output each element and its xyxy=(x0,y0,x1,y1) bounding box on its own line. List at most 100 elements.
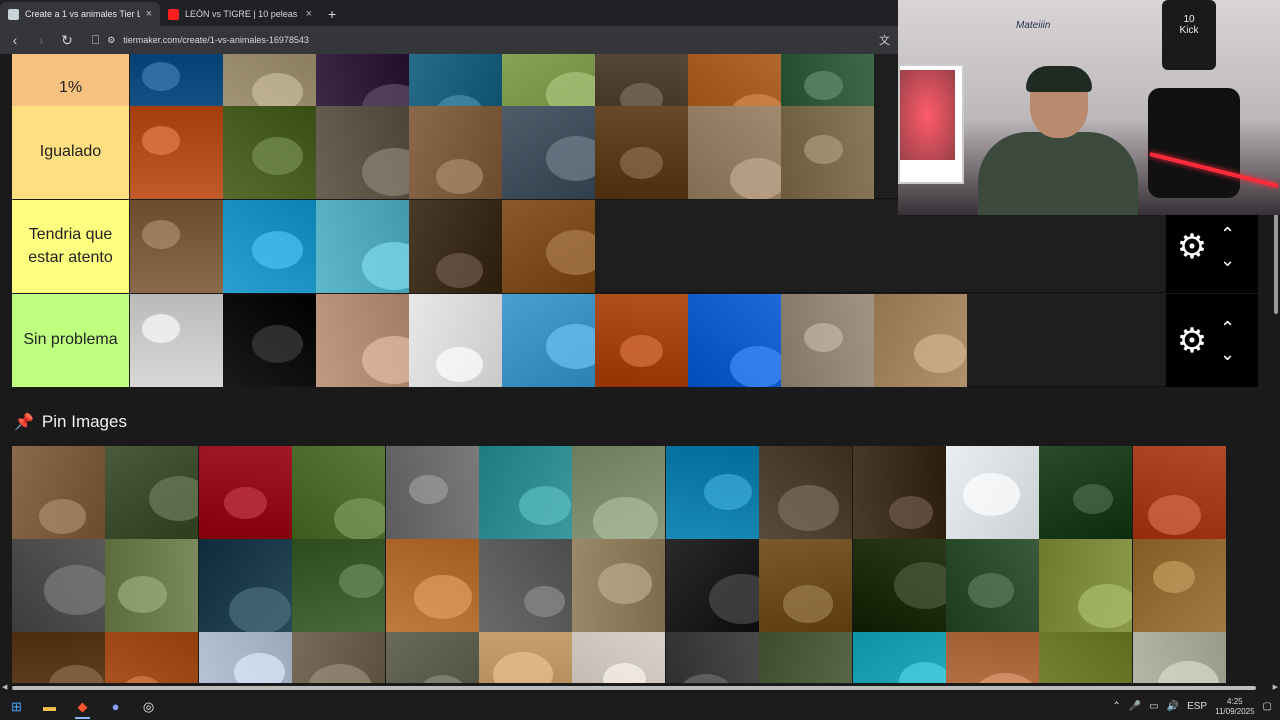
animal-image[interactable] xyxy=(12,446,105,539)
animal-image[interactable] xyxy=(12,539,105,632)
horizontal-scrollbar[interactable]: ◀ ▶ xyxy=(0,683,1280,693)
animal-image[interactable] xyxy=(316,200,409,293)
forward-icon[interactable]: › xyxy=(34,32,48,48)
animal-image[interactable] xyxy=(409,294,502,387)
animal-image[interactable] xyxy=(316,106,409,199)
animal-image[interactable] xyxy=(1039,539,1133,632)
tab-close-icon[interactable]: × xyxy=(306,8,312,20)
tier-label[interactable]: Igualado xyxy=(12,106,129,199)
obs-icon[interactable]: ◎ xyxy=(132,693,165,720)
animal-image[interactable] xyxy=(502,200,595,293)
reload-icon[interactable]: ↻ xyxy=(60,32,74,49)
animal-image[interactable] xyxy=(1039,632,1133,683)
animal-image[interactable] xyxy=(759,446,853,539)
animal-image[interactable] xyxy=(478,632,572,683)
animal-image[interactable] xyxy=(105,632,199,683)
animal-image[interactable] xyxy=(502,294,595,387)
animal-image[interactable] xyxy=(478,539,572,632)
language-indicator[interactable]: ESP xyxy=(1187,701,1207,712)
animal-image[interactable] xyxy=(595,106,688,199)
gear-icon[interactable]: ⚙ xyxy=(1170,321,1214,361)
animal-image[interactable] xyxy=(292,446,386,539)
translate-icon[interactable]: 文 xyxy=(879,32,890,48)
scroll-thumb[interactable] xyxy=(1274,214,1278,314)
notifications-icon[interactable]: ▢ xyxy=(1263,701,1272,712)
windows-start-icon[interactable]: ⊞ xyxy=(0,693,33,720)
tier-label[interactable]: Sin problema xyxy=(12,294,129,387)
animal-image[interactable] xyxy=(130,294,223,387)
new-tab-button[interactable]: + xyxy=(320,6,344,26)
animal-image[interactable] xyxy=(385,539,479,632)
animal-image[interactable] xyxy=(409,200,502,293)
file-explorer-icon[interactable]: ▬ xyxy=(33,693,66,720)
animal-image[interactable] xyxy=(385,446,479,539)
animal-image[interactable] xyxy=(198,446,292,539)
scroll-right-icon[interactable]: ▶ xyxy=(1273,683,1278,691)
animal-image[interactable] xyxy=(852,632,946,683)
animal-image[interactable] xyxy=(945,539,1039,632)
animal-image[interactable] xyxy=(198,539,292,632)
animal-image[interactable] xyxy=(198,632,292,683)
animal-image[interactable] xyxy=(130,200,223,293)
animal-image[interactable] xyxy=(665,446,759,539)
animal-image[interactable] xyxy=(945,446,1039,539)
scroll-thumb[interactable] xyxy=(12,686,1256,690)
animal-image[interactable] xyxy=(130,106,223,199)
animal-image[interactable] xyxy=(945,632,1039,683)
tab-tiermaker[interactable]: Create a 1 vs animales Tier List - × xyxy=(0,2,160,26)
tab-youtube[interactable]: LEÓN vs TIGRE | 10 peleas reales capt × xyxy=(160,2,320,26)
animal-image[interactable] xyxy=(385,632,479,683)
animal-image[interactable] xyxy=(223,200,316,293)
address-bar[interactable]: ⎕ ⚙ tiermaker.com/create/1-vs-animales-1… xyxy=(86,33,867,48)
microphone-icon[interactable]: 🎤 xyxy=(1129,701,1141,712)
animal-image[interactable] xyxy=(409,106,502,199)
move-down-icon[interactable]: ⌄ xyxy=(1220,251,1235,269)
scroll-left-icon[interactable]: ◀ xyxy=(2,683,7,691)
animal-image[interactable] xyxy=(292,539,386,632)
animal-image[interactable] xyxy=(688,294,781,387)
network-icon[interactable]: ▭ xyxy=(1149,701,1158,712)
clock[interactable]: 4:25 11/09/2025 xyxy=(1215,697,1254,717)
site-info-icon[interactable]: ⚙ xyxy=(107,35,115,46)
animal-image[interactable] xyxy=(478,446,572,539)
gear-icon[interactable]: ⚙ xyxy=(1170,227,1214,267)
animal-image[interactable] xyxy=(572,446,666,539)
animal-image[interactable] xyxy=(781,294,874,387)
animal-image[interactable] xyxy=(572,632,666,683)
tier-label[interactable]: Tendria que estar atento xyxy=(12,200,129,293)
animal-image[interactable] xyxy=(759,632,853,683)
animal-image[interactable] xyxy=(316,294,409,387)
animal-image[interactable] xyxy=(1132,446,1226,539)
animal-image[interactable] xyxy=(1132,632,1226,683)
animal-image[interactable] xyxy=(665,632,759,683)
animal-image[interactable] xyxy=(688,106,781,199)
animal-image[interactable] xyxy=(759,539,853,632)
animal-image[interactable] xyxy=(105,539,199,632)
discord-icon[interactable]: ● xyxy=(99,693,132,720)
animal-image[interactable] xyxy=(1132,539,1226,632)
animal-image[interactable] xyxy=(12,632,105,683)
animal-image[interactable] xyxy=(223,106,316,199)
animal-image[interactable] xyxy=(105,446,199,539)
move-down-icon[interactable]: ⌄ xyxy=(1220,345,1235,363)
animal-image[interactable] xyxy=(595,294,688,387)
animal-image[interactable] xyxy=(874,294,967,387)
move-up-icon[interactable]: ⌃ xyxy=(1220,319,1235,337)
volume-icon[interactable]: 🔊 xyxy=(1167,701,1179,712)
animal-image[interactable] xyxy=(781,106,874,199)
move-up-icon[interactable]: ⌃ xyxy=(1220,225,1235,243)
tab-close-icon[interactable]: × xyxy=(146,8,152,20)
animal-image[interactable] xyxy=(1039,446,1133,539)
brave-browser-icon[interactable]: ◆ xyxy=(66,693,99,720)
animal-image[interactable] xyxy=(572,539,666,632)
animal-image[interactable] xyxy=(223,294,316,387)
animal-image[interactable] xyxy=(852,446,946,539)
animal-image[interactable] xyxy=(665,539,759,632)
animal-image[interactable] xyxy=(852,539,946,632)
animal-image[interactable] xyxy=(292,632,386,683)
back-icon[interactable]: ‹ xyxy=(8,32,22,48)
bookmark-icon[interactable]: ⎕ xyxy=(92,33,99,48)
tray-overflow-icon[interactable]: ⌃ xyxy=(1112,701,1120,712)
animal-image[interactable] xyxy=(502,106,595,199)
url-text[interactable]: tiermaker.com/create/1-vs-animales-16978… xyxy=(123,35,309,45)
